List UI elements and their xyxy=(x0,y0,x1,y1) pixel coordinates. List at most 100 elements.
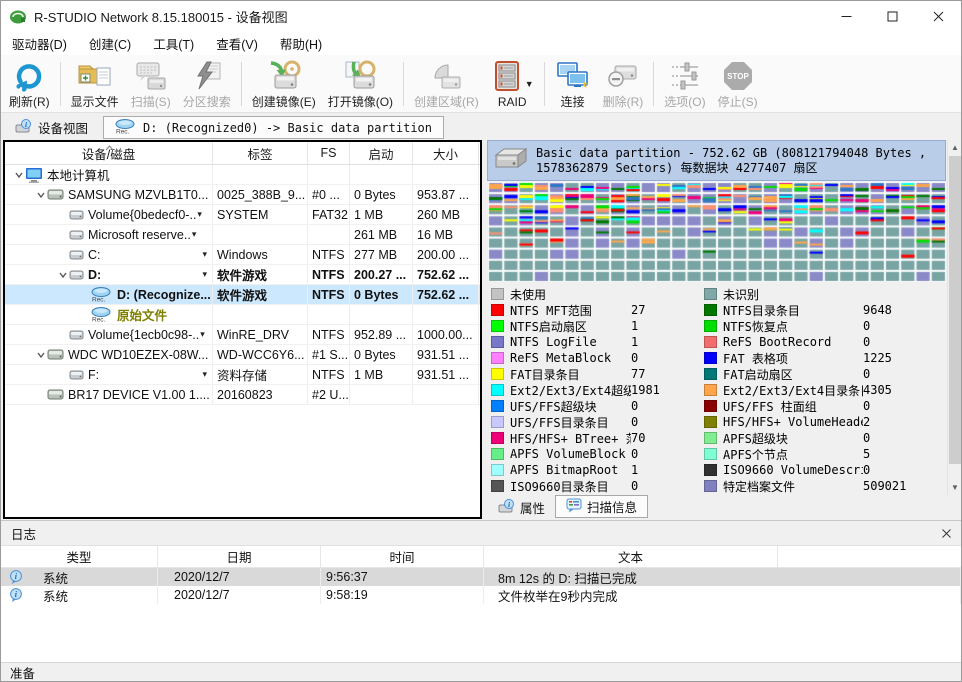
legend-item: ISO9660 VolumeDescriptor0 xyxy=(704,462,906,478)
device-tree-row[interactable]: WDC WD10EZEX-08W...WD-WCC6Y6...#1 S...0 … xyxy=(5,345,480,365)
device-tree-row[interactable]: BR17 DEVICE V1.00 1....20160823#2 U... xyxy=(5,385,480,405)
scroll-thumb[interactable] xyxy=(949,156,961,464)
legend-swatch xyxy=(704,432,717,444)
toolbar-open-image-button[interactable]: 打开镜像(O) xyxy=(322,57,399,111)
scaninfo-icon xyxy=(566,498,582,516)
menu-item-create[interactable]: 创建(C) xyxy=(78,32,142,55)
fs-cell: #2 U... xyxy=(308,385,350,404)
legend-count: 0 xyxy=(631,447,638,461)
row-dropdown-icon[interactable]: ▾ xyxy=(200,329,205,340)
legend-swatch xyxy=(704,384,717,396)
device-tree-row[interactable]: SAMSUNG MZVLB1T0...0025_388B_9...#0 ...0… xyxy=(5,185,480,205)
tab-scan-info[interactable]: 扫描信息 xyxy=(555,495,648,518)
toolbar-create-image-button[interactable]: 创建镜像(E) xyxy=(246,57,322,111)
fs-cell: NTFS xyxy=(308,265,350,284)
row-dropdown-icon[interactable]: ▾ xyxy=(197,209,202,220)
expand-chevron-icon[interactable] xyxy=(35,190,47,200)
row-dropdown-icon[interactable]: ▾ xyxy=(202,369,207,380)
device-tree-row[interactable]: D:▾软件游戏NTFS200.27 ...752.62 ... xyxy=(5,265,480,285)
device-tree-row[interactable]: Volume{1ecb0c98-..▾WinRE_DRVNTFS952.89 .… xyxy=(5,325,480,345)
column-header-3[interactable]: 启动 xyxy=(350,142,413,164)
device-name: D: xyxy=(88,268,101,282)
log-row[interactable]: i系统2020/12/79:58:19文件枚举在9秒内完成 xyxy=(1,586,961,604)
tab-recognized-partition[interactable]: Rec.D: (Recognized0) -> Basic data parti… xyxy=(103,116,444,139)
log-type: 系统 xyxy=(43,586,68,604)
scan-block-map[interactable] xyxy=(488,182,946,282)
refresh-label: 刷新(R) xyxy=(9,95,50,109)
column-header-4[interactable]: 大小 xyxy=(413,142,479,164)
legend-item: NTFS MFT范围27 xyxy=(491,302,660,318)
drive-icon xyxy=(47,348,64,361)
row-dropdown-icon[interactable]: ▾ xyxy=(202,249,207,260)
partition-search-label: 分区搜索 xyxy=(183,95,231,109)
maximize-button[interactable] xyxy=(869,1,915,32)
log-column-header-1[interactable]: 日期 xyxy=(158,546,321,567)
log-column-header-2[interactable]: 时间 xyxy=(321,546,484,567)
row-dropdown-icon[interactable]: ▾ xyxy=(192,229,197,240)
legend-label: FAT目录条目 xyxy=(510,366,631,383)
expand-chevron-icon[interactable] xyxy=(57,270,69,280)
toolbar-show-files-button[interactable]: 显示文件 xyxy=(65,57,125,111)
expand-chevron-icon[interactable] xyxy=(35,350,47,360)
toolbar-raid-button[interactable]: ▼RAID xyxy=(485,57,540,111)
device-name-cell: Volume{1ecb0c98-..▾ xyxy=(5,325,213,344)
boot-cell: 0 Bytes xyxy=(350,185,413,204)
toolbar-connect-button[interactable]: 连接 xyxy=(549,57,597,111)
size-cell: 752.62 ... xyxy=(413,265,479,284)
legend-label: HFS/HFS+ VolumeHeader xyxy=(723,415,863,429)
expand-chevron-icon[interactable] xyxy=(13,170,25,180)
device-tree-row[interactable]: 本地计算机 xyxy=(5,165,480,185)
column-header-2[interactable]: FS xyxy=(308,142,350,164)
legend-item: APFS VolumeBlock0 xyxy=(491,446,660,462)
menu-item-drives[interactable]: 驱动器(D) xyxy=(1,32,78,55)
device-name: D: (Recognize... xyxy=(117,288,211,302)
legend-swatch xyxy=(704,416,717,428)
legend-label: 未使用 xyxy=(510,286,631,303)
row-dropdown-icon[interactable]: ▾ xyxy=(202,269,207,280)
main-area: 设备/磁盘标签FS启动大小 本地计算机SAMSUNG MZVLB1T0...00… xyxy=(1,139,961,520)
device-tree-row[interactable]: Rec.原始文件 xyxy=(5,305,480,325)
tab-device-view[interactable]: i设备视图 xyxy=(4,115,99,139)
scan-scrollbar[interactable]: ▲ ▼ xyxy=(947,140,962,495)
log-row[interactable]: i系统2020/12/79:56:378m 12s 的 D: 扫描已完成 xyxy=(1,568,961,586)
log-title-bar: 日志 xyxy=(1,521,961,546)
legend-count: 509021 xyxy=(863,479,906,493)
minimize-button[interactable] xyxy=(823,1,869,32)
scroll-up-icon[interactable]: ▲ xyxy=(948,140,962,155)
device-name-cell: Rec. D: (Recognize... xyxy=(5,285,213,304)
device-tree-row[interactable]: Rec.D: (Recognize...软件游戏NTFS0 Bytes752.6… xyxy=(5,285,480,305)
fs-cell: NTFS xyxy=(308,245,350,264)
raid-icon xyxy=(491,60,523,95)
toolbar-refresh-button[interactable]: 刷新(R) xyxy=(3,57,56,111)
legend-item: NTFS目录条目9648 xyxy=(704,302,906,318)
legend-item: UFS/FFS 柱面组0 xyxy=(704,398,906,414)
size-cell: 260 MB xyxy=(413,205,479,224)
scroll-down-icon[interactable]: ▼ xyxy=(948,480,962,495)
legend-label: Ext2/Ext3/Ext4超级块 xyxy=(510,382,631,399)
column-header-1[interactable]: 标签 xyxy=(213,142,308,164)
tab-properties[interactable]: i属性 xyxy=(488,497,555,518)
size-cell: 1000.00... xyxy=(413,325,479,344)
legend-label: Ext2/Ext3/Ext4目录条目 xyxy=(723,382,863,399)
legend-item: HFS/HFS+ VolumeHeader2 xyxy=(704,414,906,430)
menu-item-help[interactable]: 帮助(H) xyxy=(269,32,333,55)
fs-cell: #0 ... xyxy=(308,185,350,204)
legend-swatch xyxy=(491,384,504,396)
log-close-icon[interactable] xyxy=(942,529,951,538)
show-files-icon xyxy=(77,60,113,95)
log-time-cell: 9:58:19 xyxy=(321,586,484,604)
menu-item-tools[interactable]: 工具(T) xyxy=(142,32,205,55)
close-button[interactable] xyxy=(915,1,961,32)
svg-text:Rec.: Rec. xyxy=(92,297,106,303)
dropdown-arrow-icon[interactable]: ▼ xyxy=(525,79,534,89)
log-column-header-0[interactable]: 类型 xyxy=(1,546,158,567)
device-tree-row[interactable]: Volume{0bedecf0-..▾SYSTEMFAT321 MB260 MB xyxy=(5,205,480,225)
menu-item-view[interactable]: 查看(V) xyxy=(205,32,269,55)
device-tree-row[interactable]: F:▾资料存储NTFS1 MB931.51 ... xyxy=(5,365,480,385)
log-column-header-3[interactable]: 文本 xyxy=(484,546,778,567)
computer-icon xyxy=(25,167,43,183)
legend-count: 0 xyxy=(863,399,870,413)
device-tree-row[interactable]: C:▾WindowsNTFS277 MB200.00 ... xyxy=(5,245,480,265)
device-tree-row[interactable]: Microsoft reserve..▾261 MB16 MB xyxy=(5,225,480,245)
device-table-header: 设备/磁盘标签FS启动大小 xyxy=(5,142,480,165)
